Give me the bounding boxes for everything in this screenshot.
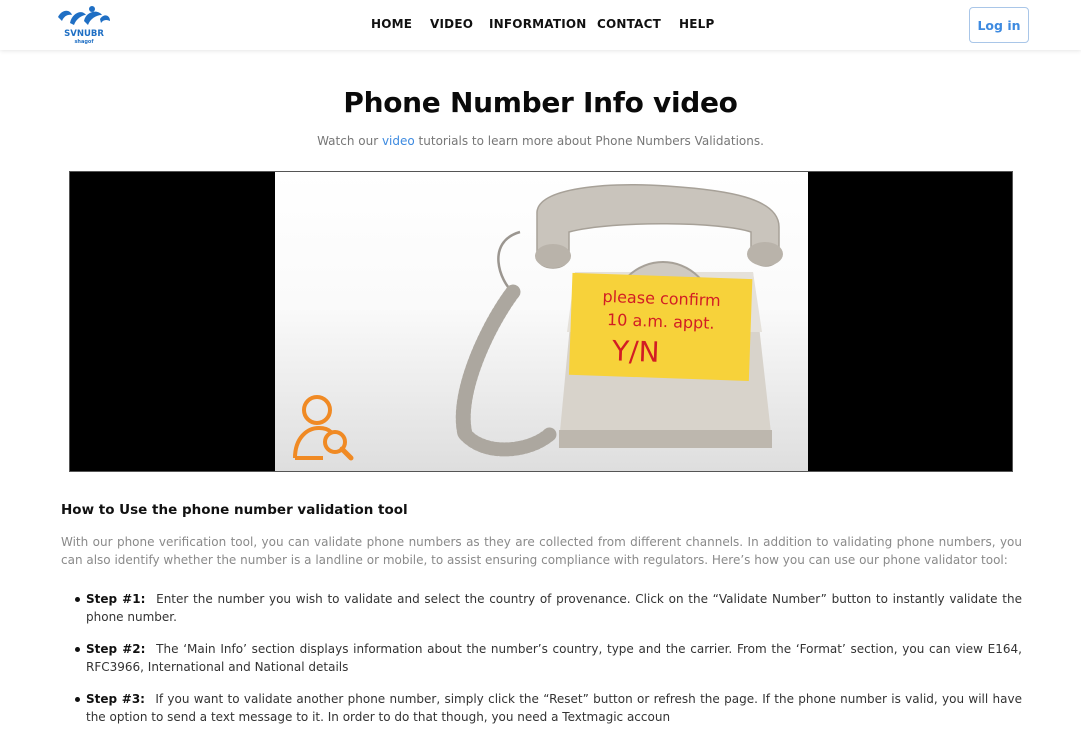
- note-line-2: 10 a.m. appt.: [607, 310, 715, 333]
- step-label: Step #2:: [86, 642, 146, 656]
- nav-information[interactable]: INFORMATION: [489, 17, 587, 31]
- main-nav: HOME VIDEO INFORMATION CONTACT HELP: [0, 0, 1081, 50]
- page-subtitle: Watch our video tutorials to learn more …: [0, 134, 1081, 148]
- steps-list: Step #1: Enter the number you wish to va…: [61, 590, 1022, 726]
- note-line-3: Y/N: [610, 334, 660, 369]
- section-heading: How to Use the phone number validation t…: [61, 502, 408, 518]
- list-item: Step #2: The ‘Main Info’ section display…: [61, 640, 1022, 676]
- bullet-icon: [75, 647, 80, 652]
- user-search-icon: [293, 395, 354, 461]
- nav-contact[interactable]: CONTACT: [597, 17, 661, 31]
- page-title: Phone Number Info video: [343, 86, 738, 119]
- intro-paragraph: With our phone verification tool, you ca…: [61, 535, 1022, 567]
- step-label: Step #3:: [86, 692, 145, 706]
- site-header: SVNUBR shagof HOME VIDEO INFORMATION CON…: [0, 0, 1081, 50]
- step-text: The ‘Main Info’ section displays informa…: [86, 642, 1022, 674]
- step-text: Enter the number you wish to validate an…: [86, 592, 1022, 624]
- video-frame: please confirm 10 a.m. appt. Y/N: [275, 172, 808, 471]
- nav-help[interactable]: HELP: [679, 17, 714, 31]
- list-item: Step #3: If you want to validate another…: [61, 690, 1022, 726]
- subtitle-text-start: Watch our: [317, 134, 382, 148]
- video-link[interactable]: video: [382, 134, 415, 148]
- rotary-phone-image: please confirm 10 a.m. appt. Y/N: [293, 184, 783, 461]
- login-button[interactable]: Log in: [969, 7, 1029, 43]
- step-text: If you want to validate another phone nu…: [86, 692, 1022, 724]
- video-player[interactable]: please confirm 10 a.m. appt. Y/N: [69, 171, 1013, 472]
- nav-home[interactable]: HOME: [371, 17, 412, 31]
- subtitle-text-end: tutorials to learn more about Phone Numb…: [414, 134, 764, 148]
- bullet-icon: [75, 697, 80, 702]
- bullet-icon: [75, 597, 80, 602]
- step-label: Step #1:: [86, 592, 146, 606]
- list-item: Step #1: Enter the number you wish to va…: [61, 590, 1022, 626]
- nav-video[interactable]: VIDEO: [430, 17, 473, 31]
